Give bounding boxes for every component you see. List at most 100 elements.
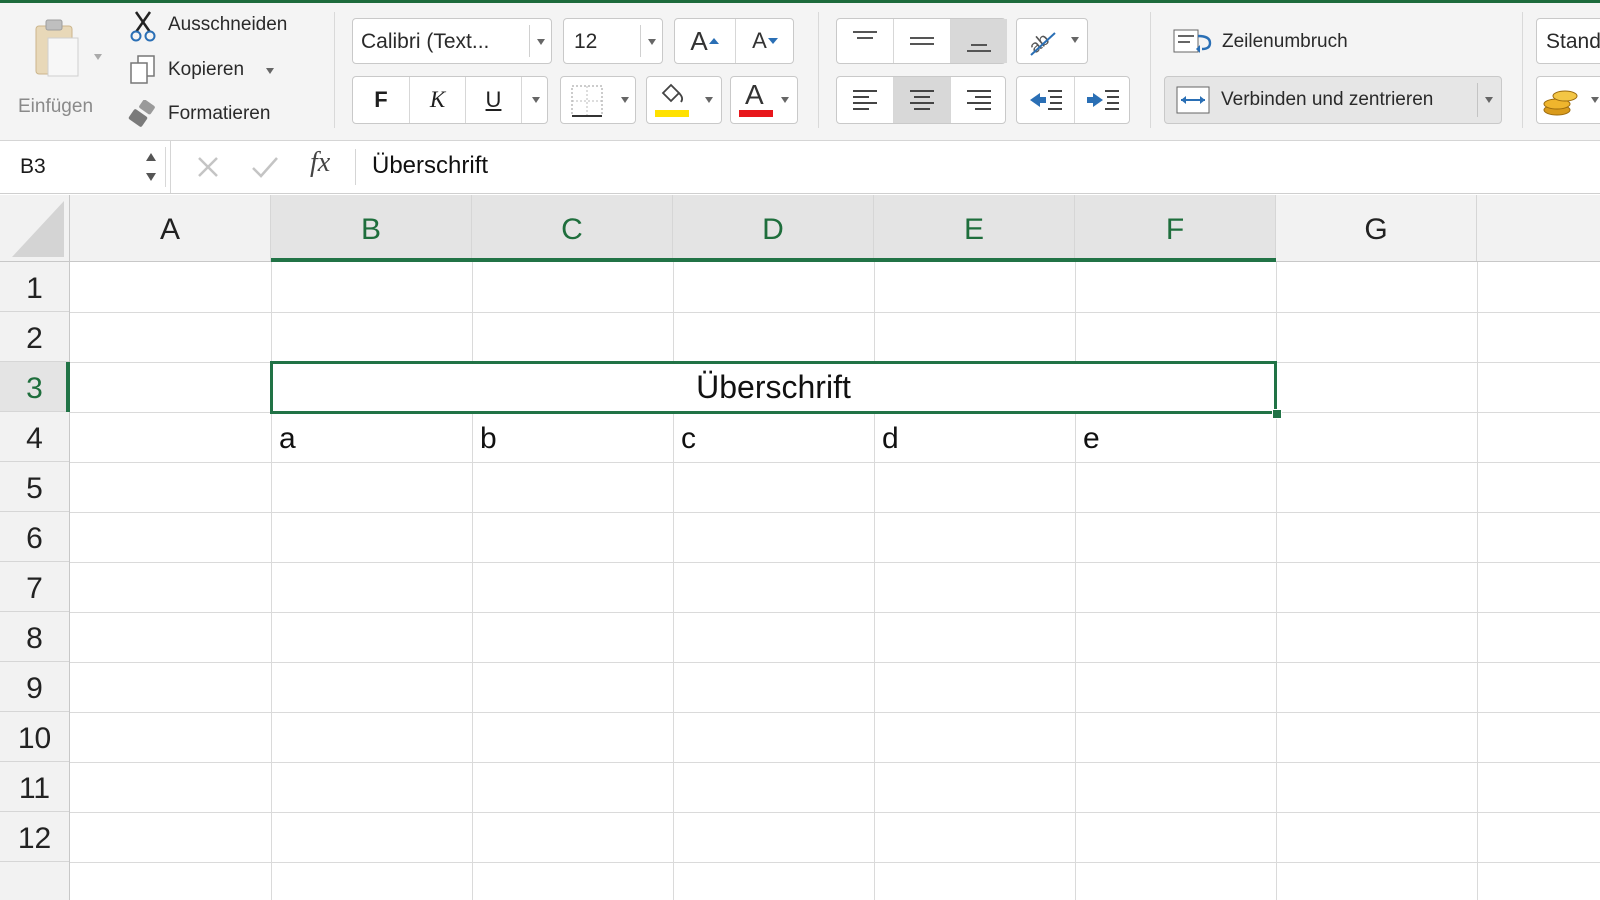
borders-dropdown-icon[interactable]: [621, 97, 629, 103]
align-left-icon: [853, 90, 877, 110]
fill-handle[interactable]: [1272, 409, 1282, 419]
worksheet: ABCDEFG 1 2 3 4 5 6 7 8 9 10 11 12 Überschrift a b c d e: [0, 195, 1600, 900]
font-size-value: 12: [574, 30, 598, 53]
font-color-button[interactable]: A: [730, 76, 798, 124]
font-size-select[interactable]: 12: [563, 18, 663, 64]
align-top-button[interactable]: [837, 19, 893, 63]
gridline-vertical: [1477, 262, 1478, 900]
select-all-button[interactable]: [0, 195, 70, 262]
font-family-dropdown-icon[interactable]: [537, 39, 545, 45]
coins-icon: [1543, 90, 1578, 116]
increase-indent-button[interactable]: [1074, 77, 1131, 123]
text-orientation-icon: ab: [1025, 29, 1056, 57]
grow-font-button[interactable]: A: [675, 19, 735, 63]
row-header-8[interactable]: 8: [0, 612, 69, 662]
merge-center-icon: [1176, 86, 1210, 114]
row-header-6[interactable]: 6: [0, 512, 69, 562]
bold-button[interactable]: F: [353, 77, 409, 123]
cell-f4[interactable]: e: [1083, 414, 1100, 464]
merge-center-label: Verbinden und zentrieren: [1221, 89, 1434, 110]
formula-bar-divider: [170, 141, 171, 193]
gridline-vertical: [472, 262, 473, 900]
cell-d4[interactable]: c: [681, 414, 696, 464]
font-family-select[interactable]: Calibri (Text...: [352, 18, 552, 64]
align-left-button[interactable]: [837, 77, 893, 123]
align-bottom-icon: [967, 44, 991, 52]
column-header-c[interactable]: C: [472, 195, 673, 261]
align-bottom-button[interactable]: [950, 19, 1007, 63]
align-center-icon: [910, 90, 934, 110]
gridline-horizontal: [70, 312, 1600, 313]
row-header-11[interactable]: 11: [0, 762, 69, 812]
row-header-2[interactable]: 2: [0, 312, 69, 362]
align-right-button[interactable]: [950, 77, 1007, 123]
ribbon-top-accent: [0, 0, 1600, 3]
fx-label[interactable]: fx: [310, 147, 330, 179]
row-header-7[interactable]: 7: [0, 562, 69, 612]
align-center-button[interactable]: [893, 77, 950, 123]
underline-dropdown[interactable]: [521, 77, 549, 123]
formula-input[interactable]: Überschrift: [372, 141, 488, 193]
name-box-stepper-icon[interactable]: [143, 147, 159, 187]
cancel-icon[interactable]: [194, 153, 222, 181]
column-header-g[interactable]: G: [1276, 195, 1477, 261]
cell-b4[interactable]: a: [279, 414, 296, 464]
column-header-a[interactable]: A: [70, 195, 271, 261]
font-grow-shrink-group: A A: [674, 18, 794, 64]
accounting-format-button[interactable]: [1536, 76, 1600, 124]
increase-indent-icon: [1087, 90, 1119, 110]
cell-grid[interactable]: Überschrift a b c d e: [70, 262, 1600, 900]
fill-color-button[interactable]: [646, 76, 722, 124]
gridline-horizontal: [70, 512, 1600, 513]
number-format-select[interactable]: Stand: [1536, 18, 1600, 64]
orientation-button[interactable]: ab: [1016, 18, 1088, 64]
column-header-f[interactable]: F: [1075, 195, 1276, 261]
underline-label: U: [485, 87, 502, 112]
font-color-dropdown-icon[interactable]: [781, 97, 789, 103]
column-header-e[interactable]: E: [874, 195, 1075, 261]
row-header-10[interactable]: 10: [0, 712, 69, 762]
row-header-1[interactable]: 1: [0, 262, 69, 312]
row-header-4[interactable]: 4: [0, 412, 69, 462]
font-family-divider: [529, 25, 530, 57]
row-headers: 1 2 3 4 5 6 7 8 9 10 11 12: [0, 262, 70, 900]
merge-dropdown-icon[interactable]: [1485, 97, 1493, 103]
align-middle-button[interactable]: [893, 19, 950, 63]
accounting-dropdown-icon[interactable]: [1591, 97, 1599, 103]
group-divider: [1150, 12, 1151, 128]
merged-cell-b3-f3[interactable]: Überschrift: [270, 361, 1277, 414]
shrink-font-label: A: [752, 28, 767, 53]
orientation-dropdown-icon: [1071, 37, 1079, 43]
column-header-b[interactable]: B: [271, 195, 472, 261]
horizontal-align-group: [836, 76, 1006, 124]
copy-dropdown-icon[interactable]: [266, 68, 274, 74]
cell-c4[interactable]: b: [480, 414, 497, 464]
format-painter-label: Formatieren: [168, 103, 271, 124]
gridline-horizontal: [70, 662, 1600, 663]
copy-icon: [130, 55, 155, 84]
column-header-d[interactable]: D: [673, 195, 874, 261]
borders-button[interactable]: [560, 76, 636, 124]
shrink-font-button[interactable]: A: [735, 19, 795, 63]
ribbon: Einfügen Ausschneiden Kopieren Formatier…: [0, 0, 1600, 141]
align-top-icon: [853, 31, 877, 39]
font-size-dropdown-icon[interactable]: [648, 39, 656, 45]
decrease-indent-button[interactable]: [1017, 77, 1074, 123]
paintbrush-icon: [128, 100, 155, 127]
svg-text:ab: ab: [1025, 29, 1053, 57]
fill-color-dropdown-icon[interactable]: [705, 97, 713, 103]
row-header-9[interactable]: 9: [0, 662, 69, 712]
gridline-horizontal: [70, 612, 1600, 613]
row-header-12[interactable]: 12: [0, 812, 69, 862]
row-header-5[interactable]: 5: [0, 462, 69, 512]
italic-button[interactable]: K: [409, 77, 465, 123]
row-header-3[interactable]: 3: [0, 362, 69, 412]
merge-center-button[interactable]: Verbinden und zentrieren: [1164, 76, 1502, 124]
paste-dropdown-icon[interactable]: [94, 54, 102, 60]
cell-e4[interactable]: d: [882, 414, 899, 464]
clipboard-icon: [35, 19, 79, 77]
underline-button[interactable]: U: [465, 77, 521, 123]
confirm-icon[interactable]: [250, 153, 280, 181]
paste-button[interactable]: Einfügen: [14, 12, 106, 118]
font-family-value: Calibri (Text...: [361, 30, 490, 53]
